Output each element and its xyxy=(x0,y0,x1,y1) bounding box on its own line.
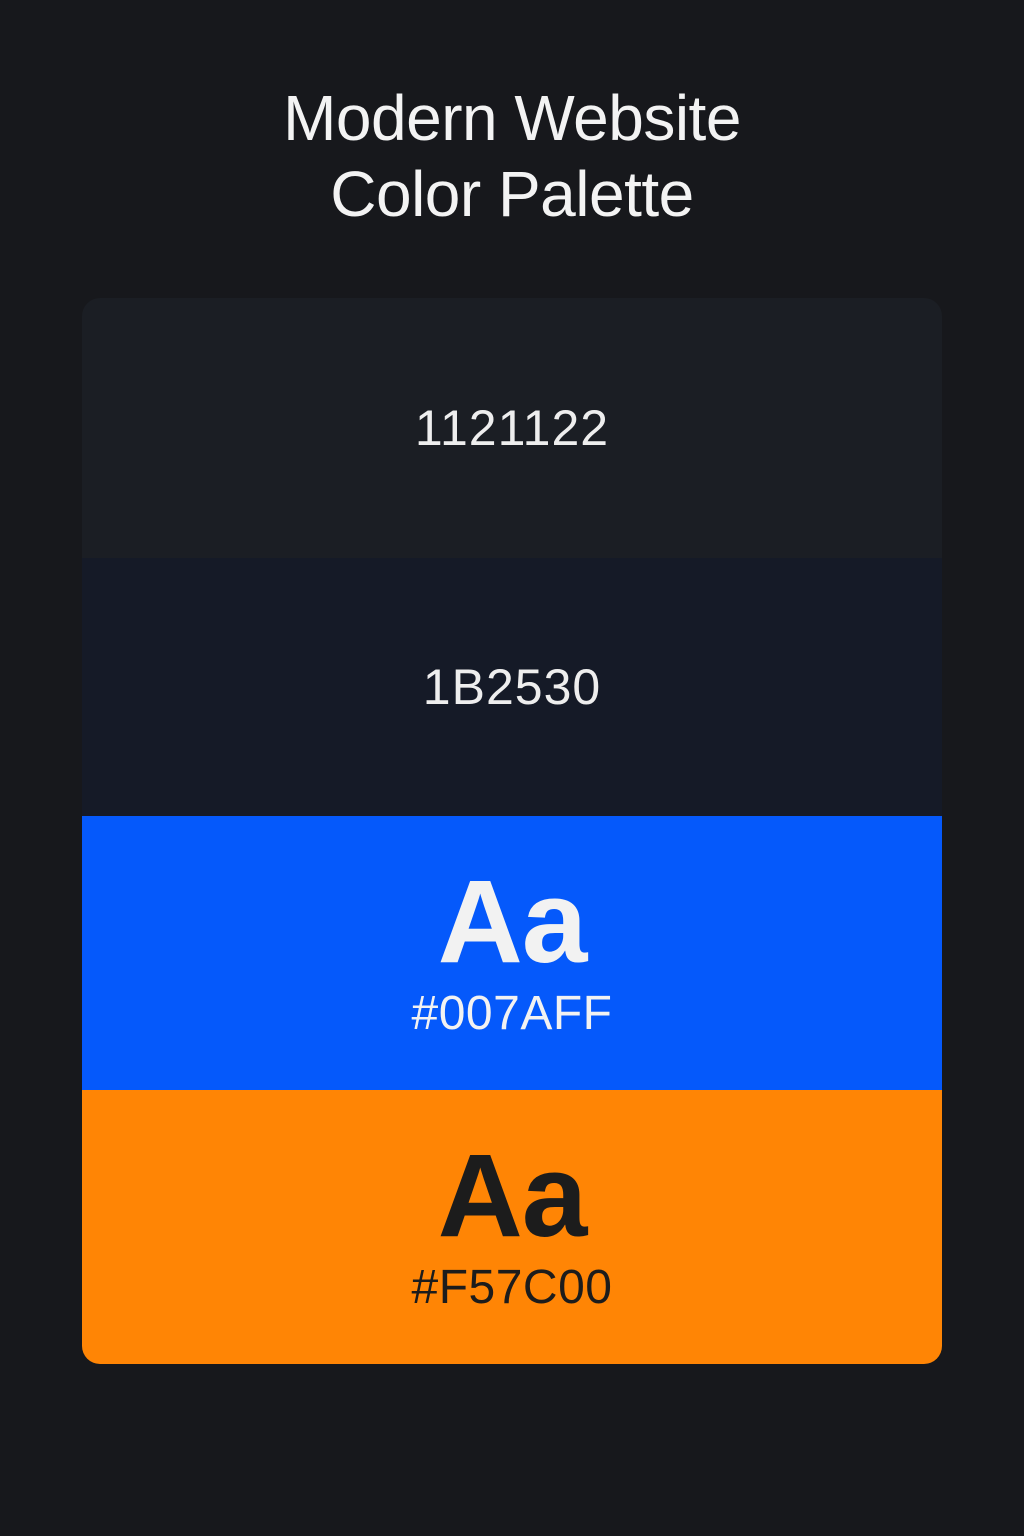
swatch-4-type-sample: Aa xyxy=(437,1130,588,1262)
swatch-3: Aa #007AFF xyxy=(82,816,942,1090)
swatch-1-code: 1121122 xyxy=(414,400,610,456)
swatch-3-hex: #007AFF xyxy=(411,987,613,1040)
swatch-4: Aa #F57C00 xyxy=(82,1090,942,1364)
page-title-line-1: Modern Website xyxy=(283,82,741,154)
page-title-line-2: Color Palette xyxy=(330,158,694,230)
color-palette-card: 1121122 1B2530 Aa #007AFF Aa #F57C00 xyxy=(82,298,942,1364)
page-title: Modern Website Color Palette xyxy=(0,80,1024,232)
swatch-3-type-sample: Aa xyxy=(437,856,588,988)
swatch-4-hex: #F57C00 xyxy=(411,1261,613,1314)
swatch-2: 1B2530 xyxy=(82,558,942,816)
swatch-1: 1121122 xyxy=(82,298,942,558)
swatch-2-code: 1B2530 xyxy=(422,659,602,715)
